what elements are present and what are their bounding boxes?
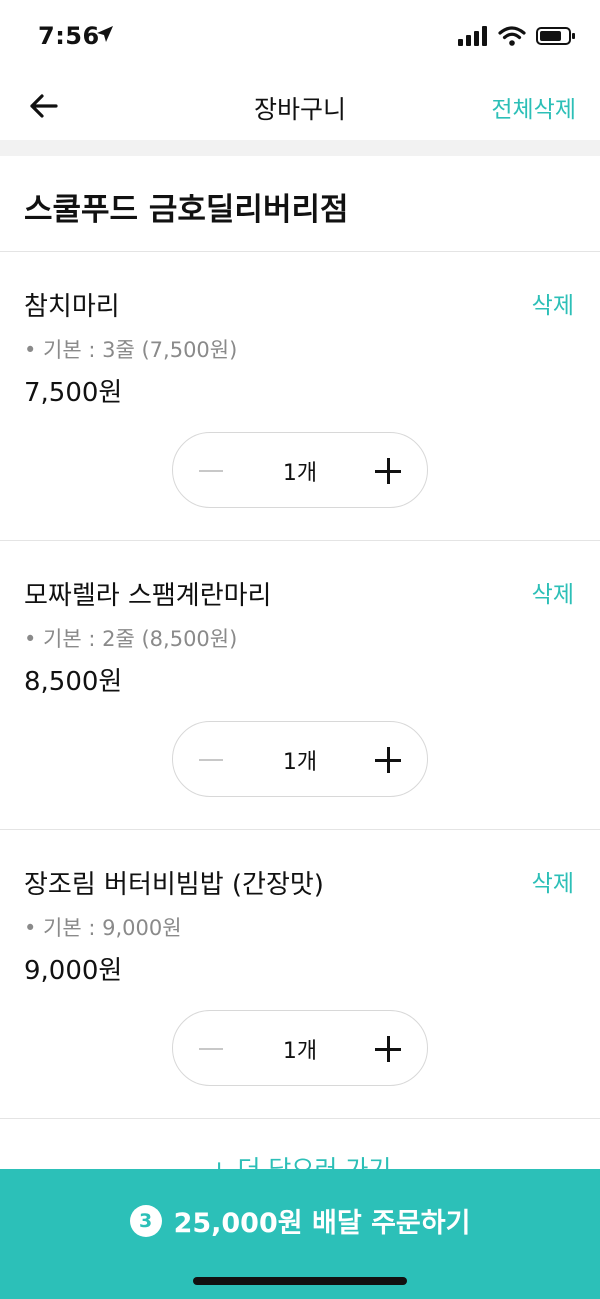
delete-button[interactable]: 삭제 [532, 286, 574, 320]
quantity-stepper: 1개 [172, 432, 428, 508]
section-divider [0, 140, 600, 156]
signal-icon [458, 26, 487, 46]
home-indicator [193, 1277, 407, 1285]
order-bar[interactable]: 3 25,000원 배달 주문하기 [0, 1169, 600, 1299]
item-option: • 기본 : 2줄 (8,500원) [24, 627, 238, 651]
status-icons [458, 26, 576, 46]
cart-item: 모짜렐라 스팸계란마리 삭제 • 기본 : 2줄 (8,500원) 8,500원… [0, 541, 600, 830]
item-price: 9,000원 [24, 956, 123, 986]
wifi-icon [498, 26, 526, 46]
item-name: 장조림 버터비빔밥 (간장맛) [24, 870, 324, 900]
quantity-stepper: 1개 [172, 721, 428, 797]
clear-all-button[interactable]: 전체삭제 [491, 90, 576, 124]
status-bar: 7:56 [0, 0, 600, 72]
plus-icon[interactable] [375, 1036, 401, 1062]
quantity-stepper: 1개 [172, 1010, 428, 1086]
cart-item: 참치마리 삭제 • 기본 : 3줄 (7,500원) 7,500원 1개 [0, 252, 600, 541]
item-price: 7,500원 [24, 378, 123, 408]
item-price: 8,500원 [24, 667, 123, 697]
item-option: • 기본 : 9,000원 [24, 916, 182, 940]
cart-item: 장조림 버터비빔밥 (간장맛) 삭제 • 기본 : 9,000원 9,000원 … [0, 830, 600, 1119]
nav-bar: 장바구니 전체삭제 [0, 72, 600, 140]
plus-icon[interactable] [375, 747, 401, 773]
item-option: • 기본 : 3줄 (7,500원) [24, 338, 238, 362]
item-name: 모짜렐라 스팸계란마리 [24, 581, 272, 611]
delete-button[interactable]: 삭제 [532, 575, 574, 609]
order-button[interactable]: 3 25,000원 배달 주문하기 [0, 1201, 600, 1240]
location-arrow-icon [97, 26, 113, 42]
item-name: 참치마리 [24, 292, 120, 322]
plus-icon[interactable] [375, 458, 401, 484]
store-header: 스쿨푸드 금호딜리버리점 [0, 156, 600, 252]
delete-button[interactable]: 삭제 [532, 864, 574, 898]
order-count-badge: 3 [129, 1204, 162, 1237]
battery-icon [536, 27, 575, 45]
status-time: 7:56 [38, 22, 100, 50]
store-name: 스쿨푸드 금호딜리버리점 [24, 192, 349, 228]
order-label: 25,000원 배달 주문하기 [173, 1208, 471, 1239]
